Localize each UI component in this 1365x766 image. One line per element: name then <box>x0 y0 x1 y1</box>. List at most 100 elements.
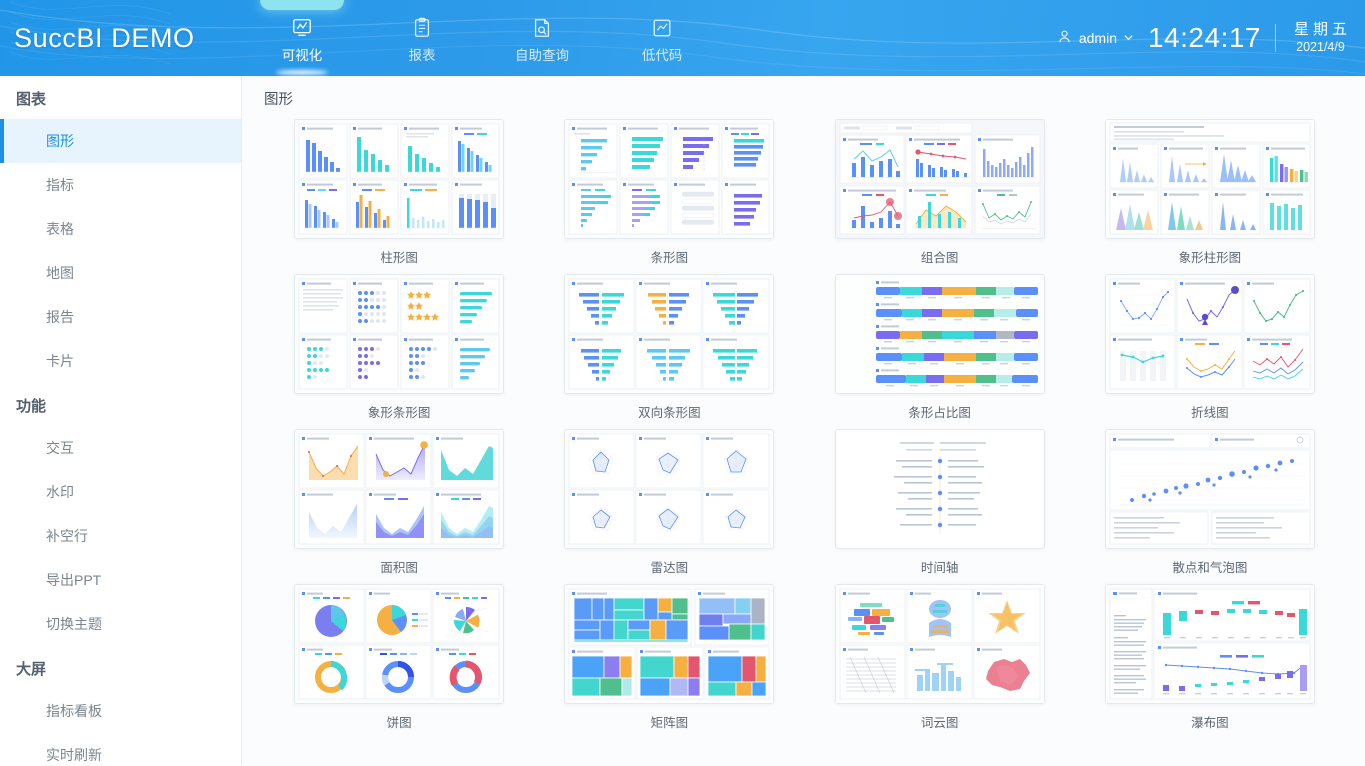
card-label: 矩阵图 <box>650 716 689 730</box>
header-right: admin 14:24:17 星期五 2021/4/9 <box>1056 0 1365 76</box>
thumbnail-wordcloud <box>834 584 1045 704</box>
card-label: 象形柱形图 <box>1178 251 1242 265</box>
card-label: 条形占比图 <box>908 406 971 420</box>
thumbnail-pictorial-column <box>1104 119 1315 239</box>
date-label: 2021/4/9 <box>1296 39 1345 54</box>
thumbnail-scatter-bubble <box>1104 429 1315 549</box>
sidebar-item-label: 导出PPT <box>46 572 102 588</box>
card-label: 时间轴 <box>920 561 959 575</box>
sidebar-item-label: 交互 <box>46 440 74 456</box>
brand[interactable]: SuccBI DEMO <box>0 0 242 76</box>
nav-label: 自助查询 <box>515 48 569 63</box>
sidebar-item-reports[interactable]: 报告 <box>0 295 241 339</box>
sidebar-item-export-ppt[interactable]: 导出PPT <box>0 558 241 602</box>
chart-card-proportion-bar[interactable]: 条形占比图 <box>805 274 1075 421</box>
nav-item-reports[interactable]: 报表 <box>362 0 482 76</box>
chart-card-pie[interactable]: 饼图 <box>264 584 534 731</box>
sidebar-group-title-features: 功能 <box>16 398 47 415</box>
sidebar-item-graphics[interactable]: 图形 <box>0 119 241 163</box>
thumbnail-timeline <box>834 429 1045 549</box>
chart-card-column[interactable]: 柱形图 <box>264 119 534 266</box>
body: 图表 图形 指标 表格 地图 报告 卡片 功能 交互 水印 补空行 导出PPT … <box>0 76 1365 766</box>
chart-card-timeline[interactable]: 时间轴 <box>805 429 1075 576</box>
card-label: 瀑布图 <box>1191 716 1229 730</box>
chart-card-combo[interactable]: 组合图 <box>805 119 1075 266</box>
chart-card-bar[interactable]: 条形图 <box>534 119 804 266</box>
sidebar-item-fill-blank-rows[interactable]: 补空行 <box>0 514 241 558</box>
sidebar-item-label: 补空行 <box>46 528 88 544</box>
nav-label: 低代码 <box>641 48 683 63</box>
thumbnail-bidirectional-bar <box>564 274 775 394</box>
thumbnail-column <box>294 119 505 239</box>
nav-label: 报表 <box>408 48 436 63</box>
card-label: 散点和气泡图 <box>1172 561 1248 575</box>
chart-card-area[interactable]: 面积图 <box>264 429 534 576</box>
sidebar-item-label: 地图 <box>46 265 74 281</box>
sidebar-item-cards[interactable]: 卡片 <box>0 339 241 383</box>
document-search-icon <box>531 16 553 40</box>
thumbnail-pie <box>294 584 505 704</box>
chart-card-waterfall[interactable]: 瀑布图 <box>1075 584 1345 731</box>
chart-card-line[interactable]: 折线图 <box>1075 274 1345 421</box>
thumbnail-radar <box>564 429 775 549</box>
sidebar-item-label: 报告 <box>46 309 74 325</box>
sidebar-item-realtime-refresh[interactable]: 实时刷新 <box>0 733 241 766</box>
chart-card-scatter-bubble[interactable]: 散点和气泡图 <box>1075 429 1345 576</box>
page-title: 图形 <box>264 92 293 108</box>
chart-monitor-icon <box>291 16 313 40</box>
main-content: 图形 柱形图 条形图 组合图 象形柱形图 象形条形图 双向条形图 条形占比图 折… <box>242 76 1365 766</box>
sidebar-item-switch-theme[interactable]: 切换主题 <box>0 602 241 646</box>
date-block: 星期五 2021/4/9 <box>1290 21 1351 55</box>
chart-card-pictorial-column[interactable]: 象形柱形图 <box>1075 119 1345 266</box>
nav-item-low-code[interactable]: 低代码 <box>602 0 722 76</box>
user-icon <box>1056 28 1073 48</box>
user-menu[interactable]: admin <box>1056 28 1134 48</box>
brand-title: SuccBI DEMO <box>14 22 195 53</box>
chart-card-wordcloud[interactable]: 词云图 <box>805 584 1075 731</box>
nav-item-self-query[interactable]: 自助查询 <box>482 0 602 76</box>
chart-card-treemap[interactable]: 矩阵图 <box>534 584 804 731</box>
card-label: 折线图 <box>1191 406 1229 420</box>
nav-item-visualization[interactable]: 可视化 <box>242 0 362 76</box>
card-label: 面积图 <box>380 561 418 575</box>
clock-time: 14:24:17 <box>1148 24 1276 52</box>
sidebar-item-tables[interactable]: 表格 <box>0 207 241 251</box>
sidebar-item-label: 指标 <box>46 177 74 193</box>
thumbnail-proportion-bar <box>834 274 1045 394</box>
card-label: 组合图 <box>920 251 959 265</box>
chart-card-bidirectional-bar[interactable]: 双向条形图 <box>534 274 804 421</box>
top-nav: 可视化 报表 自助查询 低代码 <box>242 0 722 76</box>
card-label: 双向条形图 <box>638 406 701 420</box>
sidebar-item-watermark[interactable]: 水印 <box>0 470 241 514</box>
sidebar-item-label: 水印 <box>46 484 74 500</box>
thumbnail-bar <box>564 119 775 239</box>
sidebar-item-label: 图形 <box>46 133 74 149</box>
thumbnail-waterfall <box>1104 584 1315 704</box>
clipboard-icon <box>411 16 433 40</box>
card-label: 象形条形图 <box>367 406 431 420</box>
sidebar-item-label: 指标看板 <box>46 703 102 719</box>
chart-card-radar[interactable]: 雷达图 <box>534 429 804 576</box>
sidebar-group-title-charts: 图表 <box>16 91 47 108</box>
thumbnail-combo <box>834 119 1045 239</box>
chevron-down-icon <box>1123 30 1134 46</box>
sidebar-item-label: 卡片 <box>46 353 74 369</box>
user-name: admin <box>1078 30 1117 46</box>
thumbnail-area <box>294 429 505 549</box>
card-label: 柱形图 <box>380 251 418 265</box>
line-chart-box-icon <box>651 16 673 40</box>
chart-type-grid: 柱形图 条形图 组合图 象形柱形图 象形条形图 双向条形图 条形占比图 折线图 … <box>264 119 1345 731</box>
card-label: 条形图 <box>650 251 689 265</box>
thumbnail-pictorial-bar <box>294 274 505 394</box>
thumbnail-line <box>1104 274 1315 394</box>
sidebar-item-indicators[interactable]: 指标 <box>0 163 241 207</box>
sidebar-item-label: 切换主题 <box>46 616 102 632</box>
app-header: SuccBI DEMO 可视化 报表 自助查询 低代码 admin 14:24:… <box>0 0 1365 76</box>
sidebar-item-label: 表格 <box>46 221 74 237</box>
sidebar-item-maps[interactable]: 地图 <box>0 251 241 295</box>
sidebar-item-kpi-board[interactable]: 指标看板 <box>0 689 241 733</box>
chart-card-pictorial-bar[interactable]: 象形条形图 <box>264 274 534 421</box>
sidebar-group-title-bigscreen: 大屏 <box>16 661 47 678</box>
sidebar-item-interaction[interactable]: 交互 <box>0 426 241 470</box>
card-label: 词云图 <box>920 716 959 730</box>
